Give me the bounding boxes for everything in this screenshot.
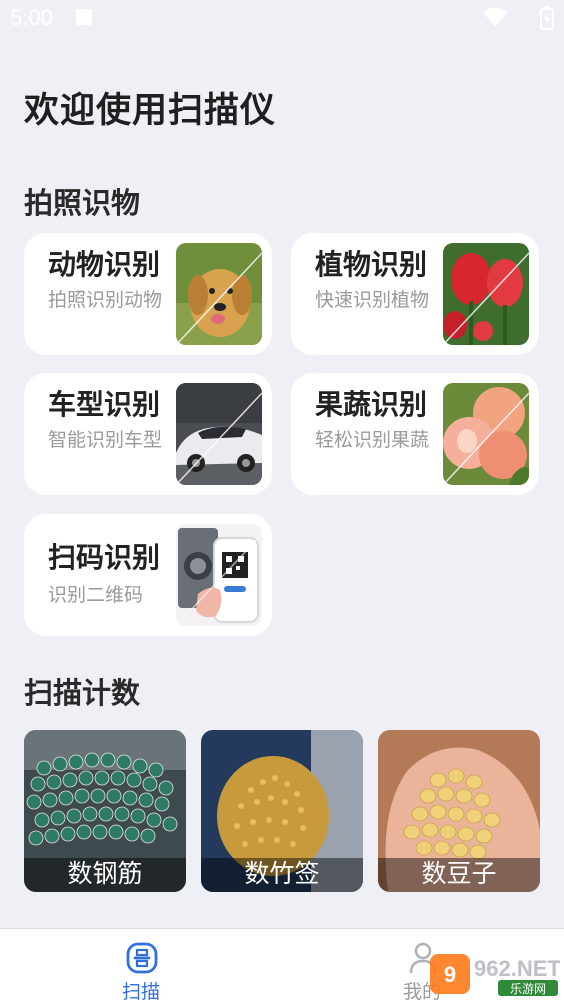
card-description: 智能识别车型: [48, 429, 163, 451]
card-title: 植物识别: [315, 248, 428, 281]
card-title: 果蔬识别: [315, 388, 428, 421]
card-description: 识别二维码: [48, 584, 144, 606]
count-skewers-button[interactable]: 数竹签: [201, 730, 363, 892]
count-rebar-button[interactable]: 数钢筋: [24, 730, 186, 892]
tab-scan[interactable]: 扫描: [101, 929, 181, 1005]
card-description: 拍照识别动物: [48, 289, 163, 311]
peach-photo-icon: [443, 383, 529, 485]
card-animal-recognition[interactable]: 动物识别 拍照识别动物: [24, 233, 272, 355]
car-photo-icon: [176, 383, 262, 485]
dog-photo-icon: [176, 243, 262, 345]
tab-label: 扫描: [121, 981, 160, 1003]
card-car-recognition[interactable]: 车型识别 智能识别车型: [24, 373, 272, 495]
card-fruit-recognition[interactable]: 果蔬识别 轻松识别果蔬: [291, 373, 539, 495]
page-title: 欢迎使用扫描仪: [24, 91, 277, 131]
card-description: 快速识别植物: [315, 289, 430, 311]
status-time: 5:00: [10, 5, 53, 30]
card-title: 车型识别: [48, 388, 161, 421]
status-bar: 5:00: [0, 0, 564, 38]
count-beans-button[interactable]: 数豆子: [378, 730, 540, 892]
count-label: 数钢筋: [24, 858, 186, 892]
card-title: 动物识别: [48, 248, 161, 281]
watermark-text: 962.NET: [474, 956, 560, 981]
section-title-recognition: 拍照识物: [24, 186, 141, 220]
card-description: 轻松识别果蔬: [315, 429, 430, 451]
wifi-icon: [483, 7, 507, 27]
section-title-counting: 扫描计数: [24, 676, 141, 710]
card-plant-recognition[interactable]: 植物识别 快速识别植物: [291, 233, 539, 355]
svg-text:9: 9: [444, 962, 456, 987]
card-qr-recognition[interactable]: 扫码识别 识别二维码: [24, 514, 272, 636]
watermark-logo: 9 962.NET 乐游网: [428, 950, 561, 998]
count-label: 数豆子: [378, 858, 540, 892]
count-label: 数竹签: [201, 858, 363, 892]
watermark-subtext: 乐游网: [510, 982, 546, 996]
notification-icon: [76, 9, 92, 25]
card-title: 扫码识别: [48, 541, 161, 574]
tulip-photo-icon: [443, 243, 529, 345]
battery-icon: [540, 6, 554, 30]
scan-icon: [126, 942, 158, 974]
qr-phone-photo-icon: [176, 524, 262, 626]
